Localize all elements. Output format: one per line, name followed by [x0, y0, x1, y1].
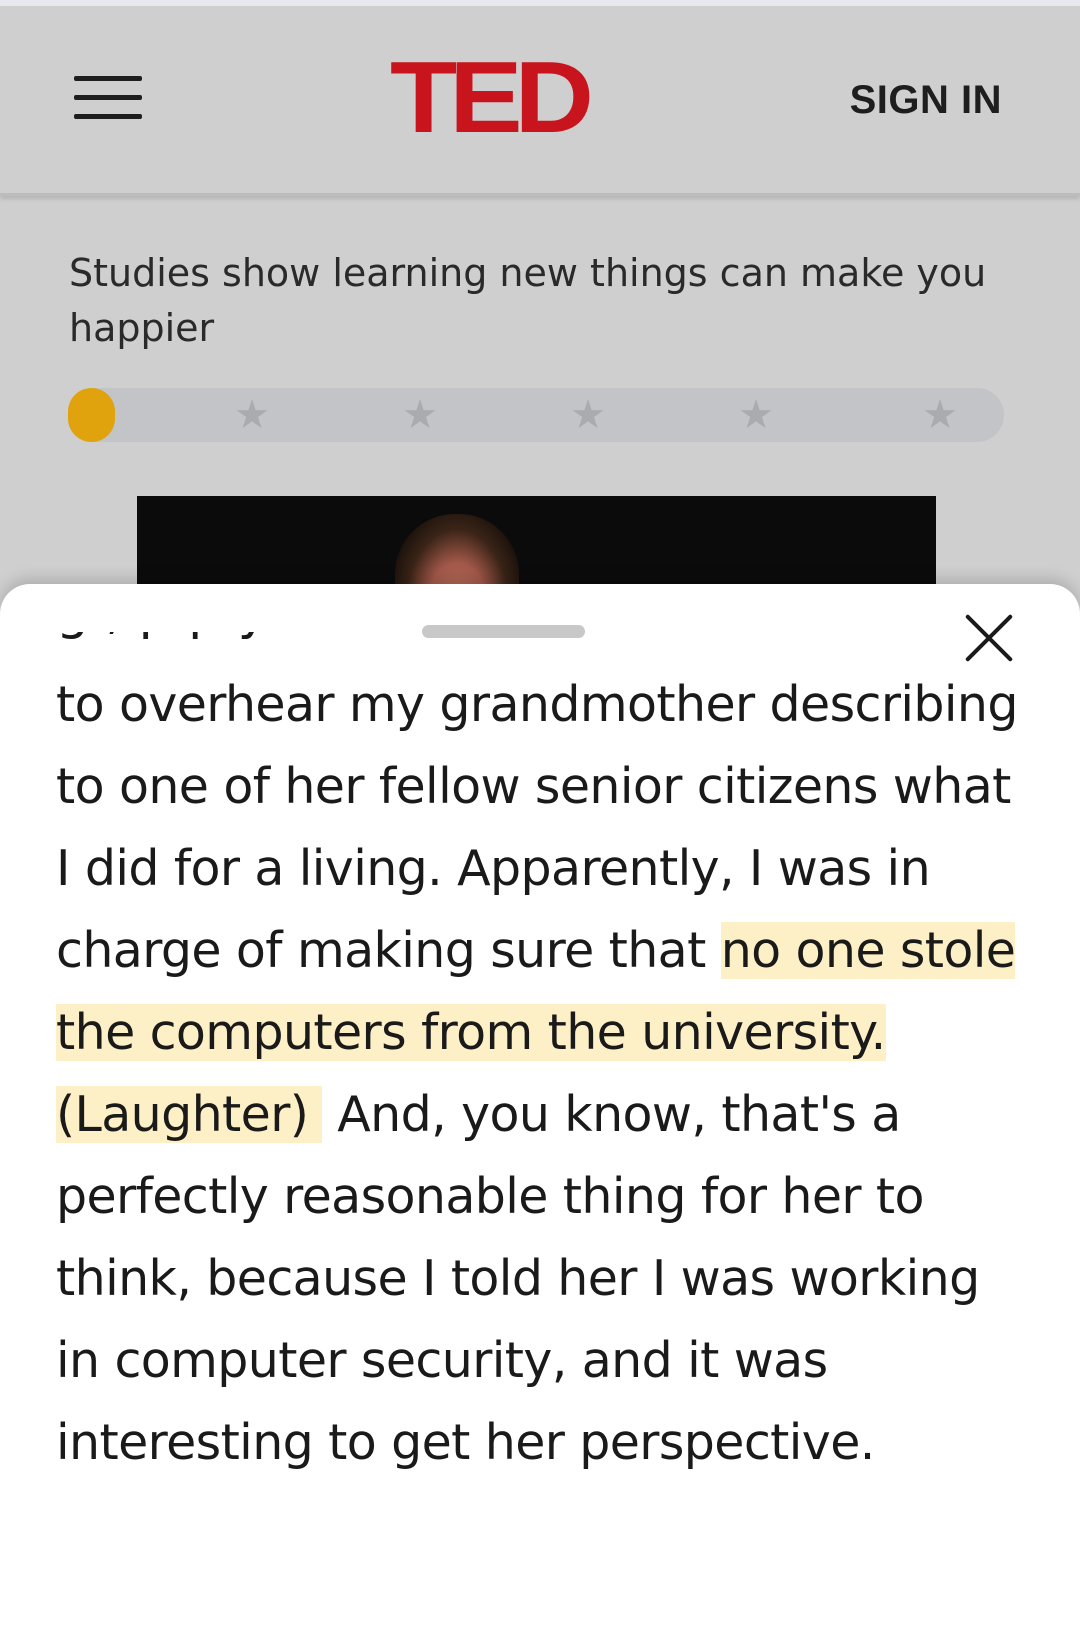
- transcript-segment[interactable]: And, you know, that's a perfectly reason…: [56, 1086, 980, 1471]
- menu-icon[interactable]: [74, 73, 142, 123]
- star-icon: ★: [570, 392, 606, 438]
- progress-fill: [68, 388, 115, 442]
- transcript-sheet: g , p p y to overhear my grandmother des…: [0, 584, 1080, 1642]
- star-icon: ★: [402, 392, 438, 438]
- page: TED SIGN IN Studies show learning new th…: [0, 0, 1080, 1642]
- star-icon: ★: [738, 392, 774, 438]
- laughter-highlight[interactable]: (Laughter): [56, 1086, 323, 1143]
- ted-logo[interactable]: TED: [390, 47, 630, 148]
- learning-progress-bar: ★ ★ ★ ★ ★: [68, 388, 1004, 442]
- star-icon: ★: [922, 392, 958, 438]
- transcript-cut-text: g , p p y: [56, 632, 268, 641]
- promo-message: Studies show learning new things can mak…: [69, 251, 987, 350]
- star-icon: ★: [234, 392, 270, 438]
- transcript-text: to overhear my grandmother describing to…: [56, 664, 1036, 1484]
- transcript-cut-line: g , p p y: [56, 632, 1016, 654]
- site-header: TED SIGN IN: [0, 6, 1080, 196]
- sign-in-button[interactable]: SIGN IN: [850, 78, 1002, 123]
